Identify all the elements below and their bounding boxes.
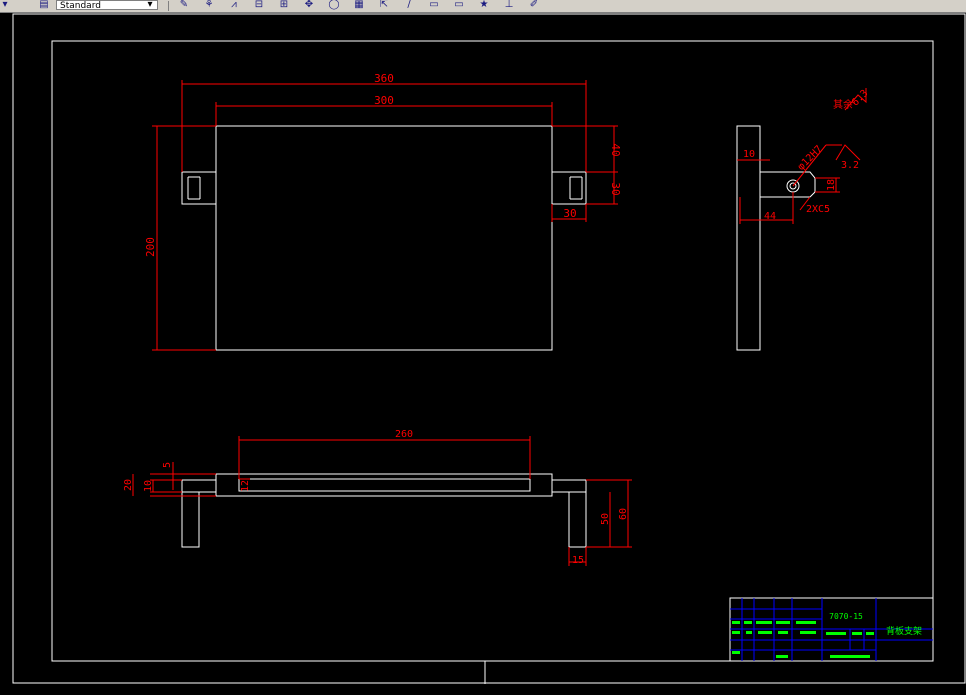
drawing-number: 7070-15: [829, 612, 863, 621]
dim-200: 200: [144, 237, 157, 257]
edit-dimension-icon[interactable]: ✎: [176, 0, 192, 11]
dim-260: 260: [395, 429, 413, 440]
dim-360: 360: [374, 72, 394, 85]
dim-style-dropdown[interactable]: Standard: [56, 0, 158, 11]
dimension-toolbar: ▾ ▤ Standard ▾ ✎ ⚘ ⩘ ⊟ ⊞ ✥ ◯ ▦ ⇱ ∕ ▭ ▭ ★ ⊥ ✐: [0, 0, 966, 13]
plate-top: [215, 125, 553, 351]
title-block: 7070-15 背板支架: [729, 597, 934, 662]
bottom-dims: [132, 436, 632, 566]
drawing-frame: [12, 13, 966, 684]
baseline-dim-icon[interactable]: ⊟: [251, 0, 267, 11]
box-icon[interactable]: ▭: [426, 0, 442, 11]
left-foot-top: [181, 479, 217, 493]
dim-12: 12: [240, 480, 251, 492]
left-foot: [181, 491, 200, 548]
dim-20: 20: [123, 479, 134, 491]
dim-50: 50: [600, 513, 611, 525]
drawing-canvas[interactable]: 360 300 200 40 30 30 10 44 18 φ12H7 2XC5…: [0, 13, 966, 691]
dim-hole: φ12H7: [796, 144, 825, 173]
paint-icon[interactable]: ✐: [526, 0, 542, 11]
part-name: 背板支架: [886, 625, 922, 637]
dim-300: 300: [374, 94, 394, 107]
cad-drawing: 360 300 200 40 30 30 10 44 18 φ12H7 2XC5…: [12, 13, 966, 684]
dim-style-icon[interactable]: ▤: [36, 0, 52, 11]
dim-40: 40: [609, 143, 622, 156]
dim-5: 5: [162, 462, 173, 468]
outer-border: [12, 13, 966, 684]
inner-border: [51, 40, 934, 662]
top-view: [181, 125, 587, 351]
dim-60: 60: [618, 508, 629, 520]
right-foot: [568, 491, 587, 548]
dim-18: 18: [826, 179, 837, 191]
cut-icon[interactable]: ⚘: [201, 0, 217, 11]
angular-dim-icon[interactable]: ⩘: [226, 0, 242, 11]
dim-15: 15: [572, 555, 584, 566]
star-icon[interactable]: ★: [476, 0, 492, 11]
dropdown-arrow-icon[interactable]: ▾: [0, 0, 10, 11]
dim-44: 44: [764, 211, 776, 222]
leader-icon[interactable]: ⇱: [376, 0, 392, 11]
pin-icon[interactable]: ⊥: [501, 0, 517, 11]
right-foot-top: [551, 479, 587, 493]
radius-dim-icon[interactable]: ◯: [326, 0, 342, 11]
roughness-label: 其余: [833, 98, 853, 111]
tolerance-icon[interactable]: ▦: [351, 0, 367, 11]
dim-30b: 30: [563, 207, 576, 220]
dim-10: 10: [743, 149, 755, 160]
plate-bottom: [215, 473, 553, 497]
top-dims: [152, 80, 618, 351]
continue-dim-icon[interactable]: ⊞: [276, 0, 292, 11]
oblique-icon[interactable]: ∕: [401, 0, 417, 11]
dim-chamfer: 2XC5: [806, 204, 830, 215]
roughness-6-3: 6.3: [850, 88, 871, 109]
dropdown-chevron-icon[interactable]: ▾: [144, 0, 156, 11]
center-mark-icon[interactable]: ✥: [301, 0, 317, 11]
box2-icon[interactable]: ▭: [451, 0, 467, 11]
dim-30: 30: [609, 182, 622, 195]
dim-10b: 10: [143, 480, 154, 492]
roughness-3-2: 3.2: [841, 160, 859, 171]
slot: [238, 478, 531, 492]
separator: [168, 1, 169, 11]
